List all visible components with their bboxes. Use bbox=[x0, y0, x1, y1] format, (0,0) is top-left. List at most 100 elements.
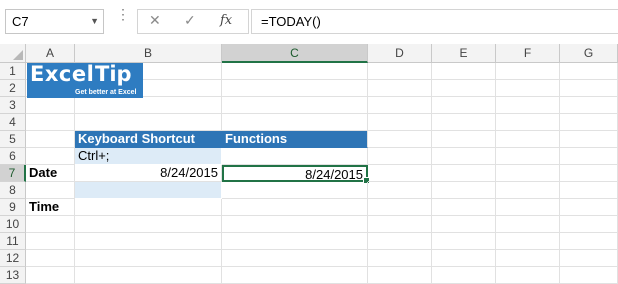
row-header-11[interactable]: 11 bbox=[0, 233, 26, 250]
cell-f13[interactable] bbox=[496, 267, 560, 284]
cell-g9[interactable] bbox=[560, 199, 618, 216]
cell-g10[interactable] bbox=[560, 216, 618, 233]
cell-a3[interactable] bbox=[26, 97, 75, 114]
cell-d6[interactable] bbox=[368, 148, 432, 165]
cell-c9[interactable] bbox=[222, 199, 368, 216]
cell-b9[interactable] bbox=[75, 199, 222, 216]
cell-a6[interactable] bbox=[26, 148, 75, 165]
cell-b3[interactable] bbox=[75, 97, 222, 114]
row-header-4[interactable]: 4 bbox=[0, 114, 26, 131]
cell-c10[interactable] bbox=[222, 216, 368, 233]
cell-d7[interactable] bbox=[368, 165, 432, 182]
cell-g1[interactable] bbox=[560, 63, 618, 80]
cell-d12[interactable] bbox=[368, 250, 432, 267]
cell-b6[interactable]: Ctrl+; bbox=[75, 148, 222, 165]
cell-d3[interactable] bbox=[368, 97, 432, 114]
cell-g4[interactable] bbox=[560, 114, 618, 131]
cell-d1[interactable] bbox=[368, 63, 432, 80]
cell-c12[interactable] bbox=[222, 250, 368, 267]
cancel-icon[interactable]: ✕ bbox=[149, 12, 161, 29]
column-header-d[interactable]: D bbox=[368, 44, 432, 63]
cell-g11[interactable] bbox=[560, 233, 618, 250]
column-header-f[interactable]: F bbox=[496, 44, 560, 63]
cell-a8[interactable] bbox=[26, 182, 75, 199]
cell-c2[interactable] bbox=[222, 80, 368, 97]
cell-e1[interactable] bbox=[432, 63, 496, 80]
cell-a10[interactable] bbox=[26, 216, 75, 233]
cell-e11[interactable] bbox=[432, 233, 496, 250]
cell-g13[interactable] bbox=[560, 267, 618, 284]
cell-f4[interactable] bbox=[496, 114, 560, 131]
enter-icon[interactable]: ✓ bbox=[184, 12, 196, 29]
cell-e3[interactable] bbox=[432, 97, 496, 114]
cell-c8[interactable] bbox=[222, 182, 368, 199]
cell-f6[interactable] bbox=[496, 148, 560, 165]
cell-g2[interactable] bbox=[560, 80, 618, 97]
cell-d13[interactable] bbox=[368, 267, 432, 284]
cell-a12[interactable] bbox=[26, 250, 75, 267]
cell-d5[interactable] bbox=[368, 131, 432, 148]
row-header-13[interactable]: 13 bbox=[0, 267, 26, 284]
row-header-5[interactable]: 5 bbox=[0, 131, 26, 148]
cell-d10[interactable] bbox=[368, 216, 432, 233]
row-header-3[interactable]: 3 bbox=[0, 97, 26, 114]
cell-f1[interactable] bbox=[496, 63, 560, 80]
cell-d8[interactable] bbox=[368, 182, 432, 199]
cell-c11[interactable] bbox=[222, 233, 368, 250]
select-all-button[interactable] bbox=[0, 44, 26, 63]
cell-f10[interactable] bbox=[496, 216, 560, 233]
column-header-g[interactable]: G bbox=[560, 44, 618, 63]
cell-a9[interactable]: Time bbox=[26, 199, 75, 216]
cell-g3[interactable] bbox=[560, 97, 618, 114]
cell-f7[interactable] bbox=[496, 165, 560, 182]
cell-e12[interactable] bbox=[432, 250, 496, 267]
cell-d9[interactable] bbox=[368, 199, 432, 216]
row-header-6[interactable]: 6 bbox=[0, 148, 26, 165]
row-header-7[interactable]: 7 bbox=[0, 165, 26, 182]
cell-b11[interactable] bbox=[75, 233, 222, 250]
cell-c13[interactable] bbox=[222, 267, 368, 284]
cell-f11[interactable] bbox=[496, 233, 560, 250]
cell-g12[interactable] bbox=[560, 250, 618, 267]
cell-g5[interactable] bbox=[560, 131, 618, 148]
cell-c5[interactable]: Functions bbox=[222, 131, 368, 148]
row-header-10[interactable]: 10 bbox=[0, 216, 26, 233]
cell-g7[interactable] bbox=[560, 165, 618, 182]
row-header-12[interactable]: 12 bbox=[0, 250, 26, 267]
cell-b12[interactable] bbox=[75, 250, 222, 267]
cell-e13[interactable] bbox=[432, 267, 496, 284]
cell-a4[interactable] bbox=[26, 114, 75, 131]
cell-g8[interactable] bbox=[560, 182, 618, 199]
cell-f12[interactable] bbox=[496, 250, 560, 267]
cell-c6[interactable] bbox=[222, 148, 368, 165]
row-header-8[interactable]: 8 bbox=[0, 182, 26, 199]
column-header-c[interactable]: C bbox=[222, 44, 368, 63]
cell-c3[interactable] bbox=[222, 97, 368, 114]
cell-g6[interactable] bbox=[560, 148, 618, 165]
cell-d4[interactable] bbox=[368, 114, 432, 131]
column-header-e[interactable]: E bbox=[432, 44, 496, 63]
cell-d2[interactable] bbox=[368, 80, 432, 97]
cell-e6[interactable] bbox=[432, 148, 496, 165]
cell-e2[interactable] bbox=[432, 80, 496, 97]
cell-a13[interactable] bbox=[26, 267, 75, 284]
cell-f3[interactable] bbox=[496, 97, 560, 114]
cell-b5[interactable]: Keyboard Shortcut bbox=[75, 131, 222, 148]
cell-c4[interactable] bbox=[222, 114, 368, 131]
cell-a7[interactable]: Date bbox=[26, 165, 75, 182]
cell-e9[interactable] bbox=[432, 199, 496, 216]
cell-f2[interactable] bbox=[496, 80, 560, 97]
cell-b10[interactable] bbox=[75, 216, 222, 233]
more-options-icon[interactable]: ⋮ bbox=[116, 7, 130, 21]
column-header-a[interactable]: A bbox=[26, 44, 75, 63]
cell-d11[interactable] bbox=[368, 233, 432, 250]
cell-c1[interactable] bbox=[222, 63, 368, 80]
cell-b7[interactable]: 8/24/2015 bbox=[75, 165, 222, 182]
cell-e7[interactable] bbox=[432, 165, 496, 182]
cell-e5[interactable] bbox=[432, 131, 496, 148]
cell-e10[interactable] bbox=[432, 216, 496, 233]
cell-a5[interactable] bbox=[26, 131, 75, 148]
row-header-1[interactable]: 1 bbox=[0, 63, 26, 80]
cell-b4[interactable] bbox=[75, 114, 222, 131]
cell-a11[interactable] bbox=[26, 233, 75, 250]
